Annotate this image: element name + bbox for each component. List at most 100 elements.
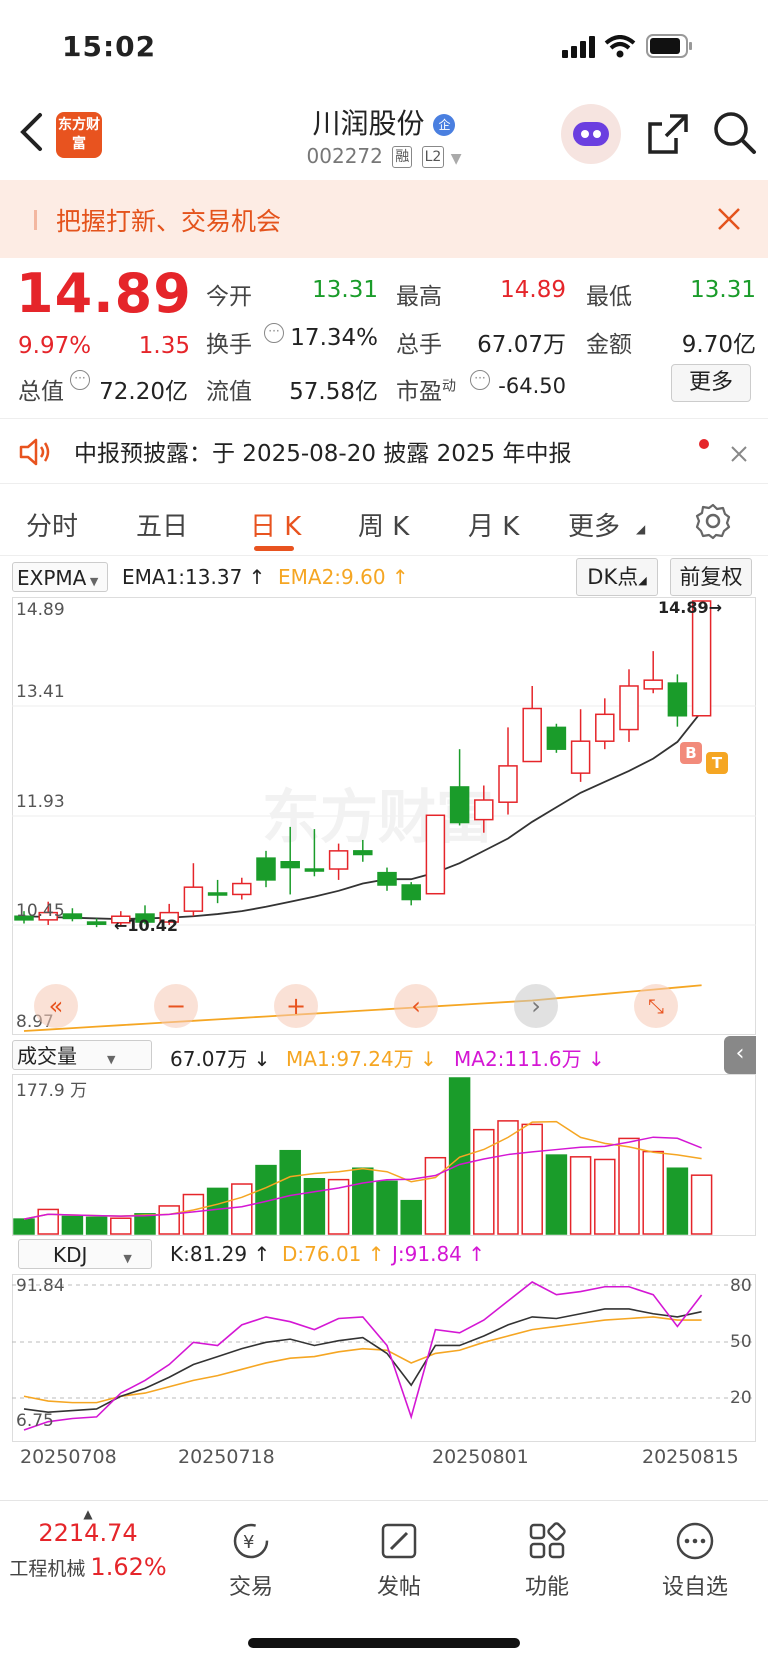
candle-body <box>207 892 228 896</box>
scroll-right-button[interactable]: › <box>514 984 558 1028</box>
trade-button[interactable]: ¥ 交易 <box>196 1521 306 1601</box>
stat-label-pe: 市盈动 <box>396 378 456 405</box>
tab-monthly-k[interactable]: 月 K <box>468 506 519 543</box>
stock-name-text: 川润股份 <box>312 107 425 140</box>
take-profit-marker[interactable]: T <box>706 752 728 774</box>
dropdown-caret-icon[interactable]: ▼ <box>451 151 462 167</box>
date-axis-label: 20250718 <box>178 1446 275 1468</box>
kdj-d-label: D:76.01 ↑ <box>282 1242 385 1266</box>
candle-body <box>280 861 300 869</box>
more-corner-icon: ◢ <box>636 522 646 536</box>
stat-value-high: 14.89 <box>500 277 566 303</box>
search-icon[interactable] <box>712 110 758 156</box>
stat-value-open: 13.31 <box>312 277 378 303</box>
fullscreen-button[interactable]: ⤡ <box>634 984 678 1028</box>
volume-bar <box>521 1123 543 1235</box>
stat-label-amount: 金额 <box>586 332 632 358</box>
kdj-chart[interactable] <box>12 1274 756 1442</box>
speaker-icon <box>19 438 50 466</box>
stat-value-volume: 67.07万 <box>477 332 566 358</box>
stat-value-amount: 9.70亿 <box>681 332 756 358</box>
indicator-select-kdj[interactable]: KDJ ▼ <box>18 1239 152 1269</box>
banner-text: 把握打新、交易机会 <box>56 207 282 236</box>
candle-body <box>377 871 397 886</box>
volume-bar <box>642 1150 664 1235</box>
stat-label-turnover: 换手 <box>206 332 252 358</box>
trade-label: 交易 <box>228 1575 273 1600</box>
close-icon[interactable] <box>716 206 742 232</box>
tab-weekly-k[interactable]: 周 K <box>358 506 409 543</box>
index-ticker[interactable]: ▲ 2214.74 工程机械 1.62% <box>0 1507 176 1581</box>
stock-header: 东方财富 川润股份 企 002272 融 L2 ▼ <box>0 96 768 180</box>
post-button[interactable]: 发帖 <box>344 1521 454 1601</box>
promo-banner[interactable]: 把握打新、交易机会 <box>0 180 768 258</box>
zoom-out-button[interactable]: − <box>154 984 198 1028</box>
caret-up-icon: ▲ <box>83 1507 93 1521</box>
stat-value-market-cap: 72.20亿 <box>99 379 188 405</box>
tab-five-day[interactable]: 五日 <box>136 506 188 543</box>
scroll-left-fast-button[interactable]: « <box>34 984 78 1028</box>
stat-value-float-cap: 57.58亿 <box>289 379 378 405</box>
tab-intraday[interactable]: 分时 <box>26 506 78 543</box>
more-circle-icon <box>676 1522 714 1560</box>
date-axis-label: 20250815 <box>642 1446 739 1468</box>
kdj-k-label: K:81.29 ↑ <box>170 1242 271 1266</box>
volume-bar <box>618 1137 640 1235</box>
index-value: 2214.74 <box>38 1519 138 1547</box>
tab-daily-k[interactable]: 日 K <box>250 506 301 543</box>
stat-label-low: 最低 <box>586 284 632 310</box>
candle-body <box>570 740 591 774</box>
candle-body <box>667 682 688 717</box>
volume-ma2-label: MA2:111.6万 ↓ <box>454 1047 605 1071</box>
side-panel-toggle[interactable]: ‹ <box>724 1036 756 1074</box>
volume-bar <box>666 1167 689 1235</box>
volume-bar <box>279 1149 301 1235</box>
candlestick-chart[interactable]: 东方财富 <box>12 597 756 1035</box>
stat-label-market-cap: 总值 <box>18 379 64 405</box>
indicator-select-expma[interactable]: EXPMA ▼ <box>12 562 108 592</box>
grid-icon <box>529 1522 566 1559</box>
indicator-select-volume[interactable]: 成交量 ▼ <box>12 1040 152 1070</box>
more-stats-button[interactable]: 更多 <box>671 364 751 402</box>
home-indicator <box>248 1638 520 1648</box>
volume-bar <box>61 1215 84 1235</box>
stat-value-low: 13.31 <box>690 277 756 303</box>
info-icon[interactable]: ··· <box>470 370 490 390</box>
stat-label-volume: 总手 <box>396 332 442 358</box>
scroll-left-button[interactable]: ‹ <box>394 984 438 1028</box>
info-icon[interactable]: ··· <box>264 323 284 343</box>
candle-body <box>86 921 107 925</box>
candle-body <box>425 814 446 895</box>
share-icon[interactable] <box>646 112 690 156</box>
price-axis-label: 13.41 <box>16 682 65 702</box>
candle-body <box>474 799 494 821</box>
kdj-level-label: 20 <box>730 1388 752 1408</box>
notice-bar[interactable]: 中报预披露：于 2025-08-20 披露 2025 年中报 <box>0 418 768 484</box>
add-watchlist-button[interactable]: 设自选 <box>640 1521 750 1601</box>
functions-button[interactable]: 功能 <box>492 1521 602 1601</box>
volume-bar <box>400 1199 422 1235</box>
adjust-button[interactable]: 前复权 <box>670 558 752 596</box>
volume-bar <box>352 1167 374 1235</box>
volume-bar <box>37 1208 59 1235</box>
volume-chart[interactable] <box>12 1074 756 1236</box>
volume-bar <box>231 1183 253 1235</box>
buy-marker[interactable]: B <box>680 742 702 764</box>
tab-more[interactable]: 更多 <box>568 506 620 543</box>
signal-icon <box>562 36 595 58</box>
stat-label-open: 今开 <box>206 284 252 310</box>
margin-tag: 融 <box>392 146 413 168</box>
zoom-in-button[interactable]: + <box>274 984 318 1028</box>
index-change: 1.62% <box>90 1553 167 1581</box>
close-icon[interactable] <box>730 445 748 463</box>
stat-label-float-cap: 流值 <box>206 379 252 405</box>
post-label: 发帖 <box>376 1575 421 1600</box>
candle-body <box>595 713 615 742</box>
assistant-avatar[interactable] <box>561 104 621 164</box>
gear-icon[interactable] <box>694 502 732 540</box>
dk-point-button[interactable]: DK点◢ <box>576 558 658 596</box>
candle-body <box>62 913 83 920</box>
info-icon[interactable]: ··· <box>70 370 90 390</box>
l2-tag: L2 <box>421 146 445 168</box>
status-time: 15:02 <box>62 30 157 63</box>
